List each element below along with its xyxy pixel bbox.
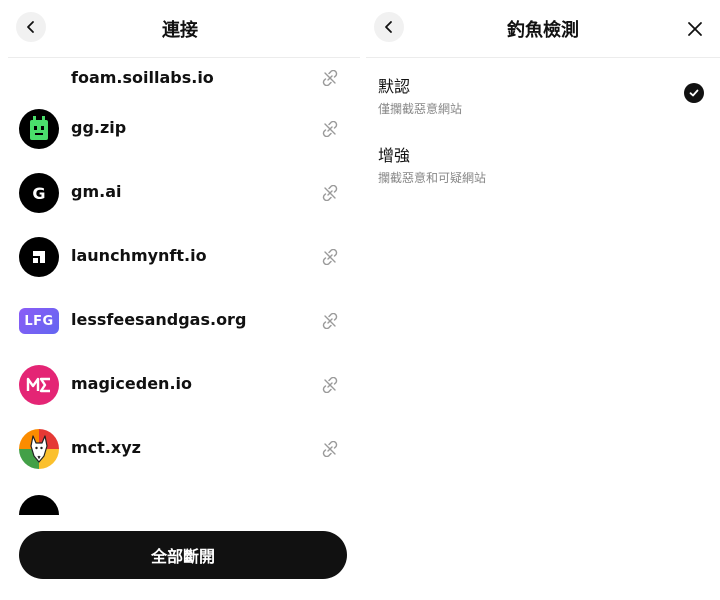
magiceden-logo-icon <box>19 365 59 405</box>
launchmynft-logo-icon <box>19 237 59 277</box>
site-logo-icon <box>19 495 59 515</box>
lfg-logo-icon: LFG <box>19 308 59 334</box>
site-name: lessfeesandgas.org <box>71 310 247 329</box>
option-label: 增強 <box>378 146 411 165</box>
connections-header: 連接 <box>0 0 360 58</box>
connected-sites-list: foam.soillabs.io gg.zip G gm.ai launchmy… <box>0 59 360 515</box>
unlink-icon[interactable] <box>322 185 338 201</box>
option-default[interactable]: 默認 僅攔截惡意網站 <box>378 73 704 117</box>
unlink-icon[interactable] <box>322 249 338 265</box>
site-name: launchmynft.io <box>71 246 207 265</box>
phishing-detection-panel: 釣魚檢測 默認 僅攔截惡意網站 增強 攔截惡意和可疑網站 <box>366 0 720 600</box>
site-row-partial <box>0 481 360 515</box>
connections-panel: 連接 foam.soillabs.io gg.zip G gm.ai launc… <box>0 0 360 600</box>
site-row-mct: mct.xyz <box>0 417 360 481</box>
unlink-icon[interactable] <box>322 121 338 137</box>
unlink-icon[interactable] <box>322 377 338 393</box>
gm-ai-logo-icon: G <box>19 173 59 213</box>
close-button[interactable] <box>686 20 704 38</box>
unlink-icon[interactable] <box>322 313 338 329</box>
page-title: 釣魚檢測 <box>507 20 579 41</box>
site-row-gm-ai: G gm.ai <box>0 161 360 225</box>
site-row-lessfeesandgas: LFG lessfeesandgas.org <box>0 289 360 353</box>
site-name: magiceden.io <box>71 374 192 393</box>
mct-logo-icon <box>19 429 59 469</box>
header-divider <box>8 57 360 58</box>
unlink-icon[interactable] <box>322 70 338 86</box>
site-name: foam.soillabs.io <box>71 68 214 87</box>
close-icon <box>688 22 702 36</box>
site-row-foam: foam.soillabs.io <box>0 59 360 97</box>
disconnect-all-button[interactable]: 全部斷開 <box>19 531 347 579</box>
site-row-gg-zip: gg.zip <box>0 97 360 161</box>
header-divider <box>366 57 720 58</box>
site-name: gg.zip <box>71 118 127 137</box>
phishing-header: 釣魚檢測 <box>366 0 720 58</box>
site-name: gm.ai <box>71 182 122 201</box>
checkmark-icon <box>684 83 704 103</box>
option-label: 默認 <box>378 77 411 96</box>
option-description: 僅攔截惡意網站 <box>378 102 463 116</box>
site-row-magiceden: magiceden.io <box>0 353 360 417</box>
site-name: mct.xyz <box>71 438 141 457</box>
unlink-icon[interactable] <box>322 441 338 457</box>
gg-zip-logo-icon <box>19 109 59 149</box>
page-title: 連接 <box>162 20 198 41</box>
option-enhanced[interactable]: 增強 攔截惡意和可疑網站 <box>378 142 704 186</box>
site-row-launchmynft: launchmynft.io <box>0 225 360 289</box>
option-description: 攔截惡意和可疑網站 <box>378 171 487 185</box>
